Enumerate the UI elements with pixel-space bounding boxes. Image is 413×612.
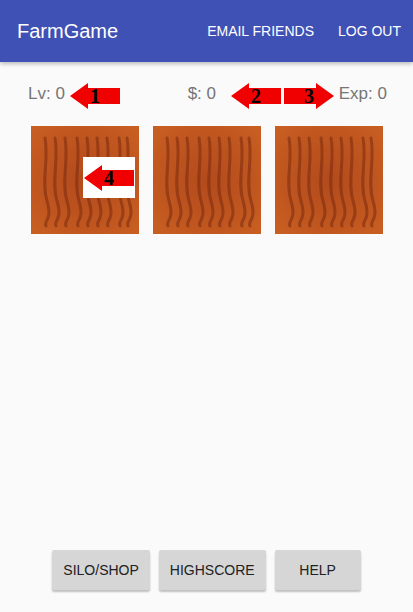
app-bar-action[interactable]: LOG OUT [338, 23, 401, 39]
menu-button[interactable]: HIGHSCORE [159, 550, 266, 590]
farm-game-screen: FarmGame EMAIL FRIENDS LOG OUT Lv: 0 $: 0 Exp… [0, 0, 413, 612]
menu-button[interactable]: SILO/SHOP [52, 550, 149, 590]
app-bar: FarmGame EMAIL FRIENDS LOG OUT [0, 0, 413, 62]
annotation-label: 3 [284, 85, 334, 107]
stat: Exp: 0 [339, 84, 387, 104]
stats-row: Lv: 0 $: 0 Exp: 0 1 23 [0, 84, 413, 104]
button-bar: SILO/SHOPHIGHSCOREHELP [0, 550, 413, 612]
annotation-label: 2 [231, 85, 281, 107]
annotation-arrow: 4 [83, 157, 135, 198]
app-bar-actions: EMAIL FRIENDS LOG OUT [207, 23, 401, 39]
app-title: FarmGame [17, 20, 118, 43]
annotation-arrow: 1 [70, 83, 120, 109]
app-bar-action[interactable]: EMAIL FRIENDS [207, 23, 314, 39]
empty-plot[interactable] [153, 126, 261, 234]
annotation-arrow: 3 [284, 83, 334, 109]
empty-plot[interactable]: 4 [31, 126, 139, 234]
empty-plot[interactable] [275, 126, 383, 234]
stat: Lv: 0 [28, 84, 65, 104]
stat: $: 0 [188, 84, 216, 104]
soil-icon [275, 126, 383, 234]
soil-icon [153, 126, 261, 234]
plot-row: 4 [0, 126, 413, 234]
annotation-label: 1 [70, 85, 120, 107]
annotation-arrow: 2 [231, 83, 281, 109]
menu-button[interactable]: HELP [275, 550, 361, 590]
annotation-label: 4 [84, 167, 134, 189]
